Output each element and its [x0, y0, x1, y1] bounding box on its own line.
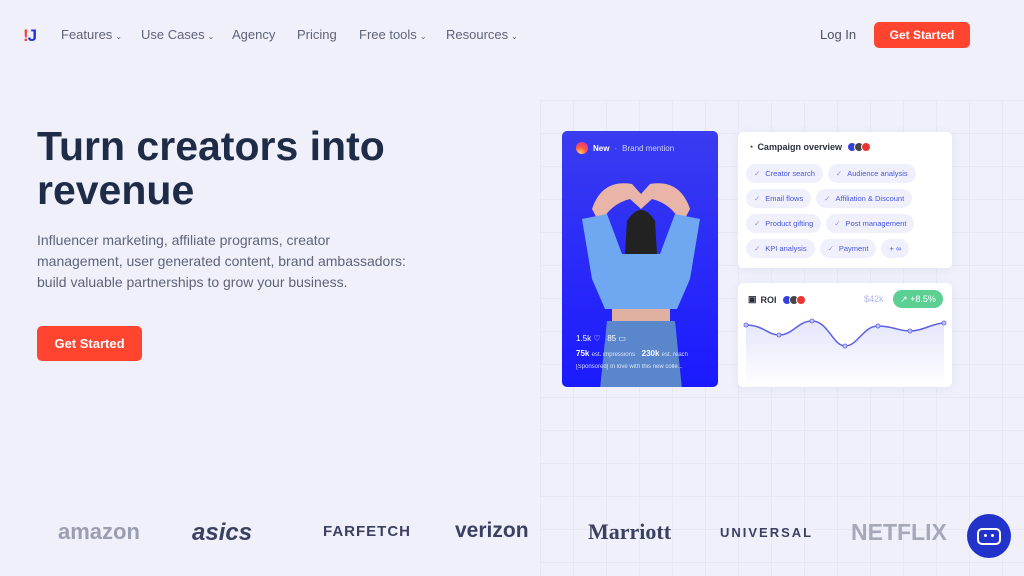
roi-change: +8.5%	[910, 294, 936, 304]
chevron-down-icon: ⌄	[207, 32, 215, 41]
impressions-value: 75k	[576, 349, 590, 358]
avatar-group	[846, 142, 871, 152]
post-stats: 1.5k ♡ 85 ▭ 75k est. impressions 230k es…	[576, 334, 688, 376]
nav-agency[interactable]: Agency	[232, 27, 275, 42]
chip-label: Audience analysis	[847, 169, 908, 178]
reach-label: est. reach	[661, 352, 689, 358]
robot-icon	[977, 527, 1001, 545]
nav-label: Free tools	[359, 27, 417, 42]
separator: ·	[614, 143, 618, 153]
reach-value: 230k	[641, 349, 660, 358]
client-logos: amazon asics FARFETCH verizon Marriott U…	[0, 505, 1024, 555]
nav-label: Resources	[446, 27, 509, 42]
hero-get-started-button[interactable]: Get Started	[37, 326, 142, 361]
chip-label: Payment	[838, 244, 869, 253]
check-icon: ✓	[754, 169, 761, 178]
nav-label: Features	[61, 27, 113, 42]
chip-label: Post management	[845, 219, 907, 228]
chip-label: Creator search	[765, 169, 815, 178]
likes-count: 1.5k	[576, 334, 592, 343]
roi-card: ▣ ROI $42k ↗ +8.5%	[738, 283, 952, 387]
check-icon: ✓	[754, 194, 761, 203]
post-type: Brand mention	[622, 143, 675, 153]
logo-verizon: verizon	[455, 519, 529, 542]
comments-count: 85	[607, 334, 617, 343]
chevron-down-icon: ⌄	[115, 32, 123, 41]
avatar-group	[781, 294, 806, 305]
post-caption: [Sponsored] In love with this new colle.…	[576, 364, 683, 370]
instagram-icon	[576, 142, 588, 154]
roi-sparkline	[743, 318, 947, 387]
check-icon: ✓	[754, 219, 761, 228]
nav-label: Use Cases	[141, 27, 205, 42]
check-icon: ✓	[754, 244, 761, 253]
chip-label: Affiliation & Discount	[835, 194, 905, 203]
logo-farfetch: FARFETCH	[323, 523, 411, 540]
roi-title: ROI	[760, 294, 777, 305]
chatbot-button[interactable]	[967, 514, 1011, 558]
heart-icon: ♡	[593, 334, 601, 343]
logo-netflix: NETFLIX	[851, 519, 947, 545]
chevron-down-icon: ⌄	[511, 32, 518, 41]
logo[interactable]: !J	[23, 26, 37, 46]
post-header: New · Brand mention	[576, 142, 674, 154]
chip-label: Product gifting	[765, 219, 814, 228]
roi-change-badge: ↗ +8.5%	[893, 290, 943, 308]
chip: ✓ Email flows	[746, 189, 812, 208]
nav-free-tools[interactable]: Free tools ⌄	[359, 27, 427, 42]
campaign-title: Campaign overview	[757, 142, 842, 152]
hero-title: Turn creators into revenue	[37, 123, 385, 213]
roi-amount: $42k	[864, 294, 884, 304]
nav-resources[interactable]: Resources ⌄	[446, 27, 518, 42]
check-icon: ✓	[835, 169, 843, 178]
chip-more: + ∞	[881, 239, 910, 258]
chevron-down-icon: ⌄	[419, 32, 427, 41]
campaign-overview-card: ◔ Campaign overview ✓ Creator search ✓ Audi…	[738, 132, 952, 268]
chip: ✓ KPI analysis	[746, 239, 815, 258]
chip: ✓ Affiliation & Discount	[816, 189, 913, 208]
logo-asics: asics	[192, 519, 253, 546]
post-card: New · Brand mention 1.5k ♡ 85 ▭ 75k est. i…	[562, 131, 718, 387]
logo-amazon: amazon	[58, 519, 140, 544]
campaign-icon: ◔	[748, 142, 754, 152]
chip: ✓ Payment	[819, 239, 877, 258]
nav-features[interactable]: Features ⌄	[61, 27, 122, 42]
chip-label: KPI analysis	[765, 244, 807, 253]
get-started-button[interactable]: Get Started	[874, 22, 970, 48]
hero-subtitle: Influencer marketing, affiliate programs…	[37, 232, 406, 290]
nav-use-cases[interactable]: Use Cases ⌄	[141, 27, 214, 42]
money-icon: ▣	[748, 294, 757, 304]
impressions-label: est. impressions	[591, 352, 635, 358]
nav-pricing[interactable]: Pricing	[297, 27, 337, 42]
trend-up-icon: ↗	[900, 293, 911, 304]
chip: ✓ Audience analysis	[827, 164, 916, 183]
feature-chips: ✓ Creator search ✓ Audience analysis ✓ Emai…	[746, 164, 946, 258]
logo-universal: UNIVERSAL	[720, 525, 814, 540]
check-icon: ✓	[834, 219, 841, 228]
comment-icon: ▭	[618, 334, 626, 343]
chip: ✓ Post management	[826, 214, 915, 233]
chip: ✓ Creator search	[746, 164, 823, 183]
check-icon: ✓	[824, 194, 831, 203]
logo-marriott: Marriott	[588, 519, 672, 544]
check-icon: ✓	[827, 244, 834, 253]
chip: ✓ Product gifting	[746, 214, 822, 233]
top-nav: !J Features ⌄ Use Cases ⌄ Agency Pricing F…	[0, 0, 1024, 70]
post-badge: New	[593, 143, 610, 153]
login-link[interactable]: Log In	[820, 27, 856, 42]
chip-label: Email flows	[765, 194, 804, 203]
